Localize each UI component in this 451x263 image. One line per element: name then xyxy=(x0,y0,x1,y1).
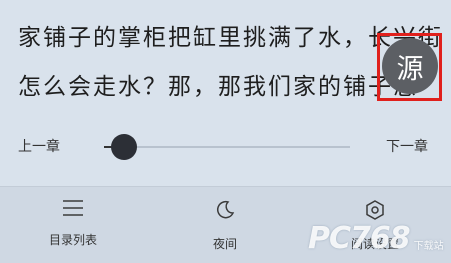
watermark-text: PC768 xyxy=(308,220,411,256)
slider-thumb[interactable] xyxy=(110,134,137,160)
chapter-progress-slider[interactable] xyxy=(104,134,350,160)
watermark-logo: PC768 下载站 xyxy=(308,218,444,258)
prev-chapter-button[interactable]: 上一章 xyxy=(18,136,60,156)
nav-toc-button[interactable]: 目录列表 xyxy=(18,199,128,248)
moon-icon xyxy=(217,200,235,219)
next-chapter-button[interactable]: 下一章 xyxy=(386,136,428,156)
text-line-2: 怎么会走水？那，那我们家的铺子怎 xyxy=(18,74,418,100)
menu-icon xyxy=(63,200,83,216)
nav-night-label: 夜间 xyxy=(212,237,237,251)
watermark-subtext: 下载站 xyxy=(413,241,444,252)
nav-night-button[interactable]: 夜间 xyxy=(170,199,280,252)
highlight-box xyxy=(377,33,442,101)
nav-toc-label: 目录列表 xyxy=(48,233,97,247)
